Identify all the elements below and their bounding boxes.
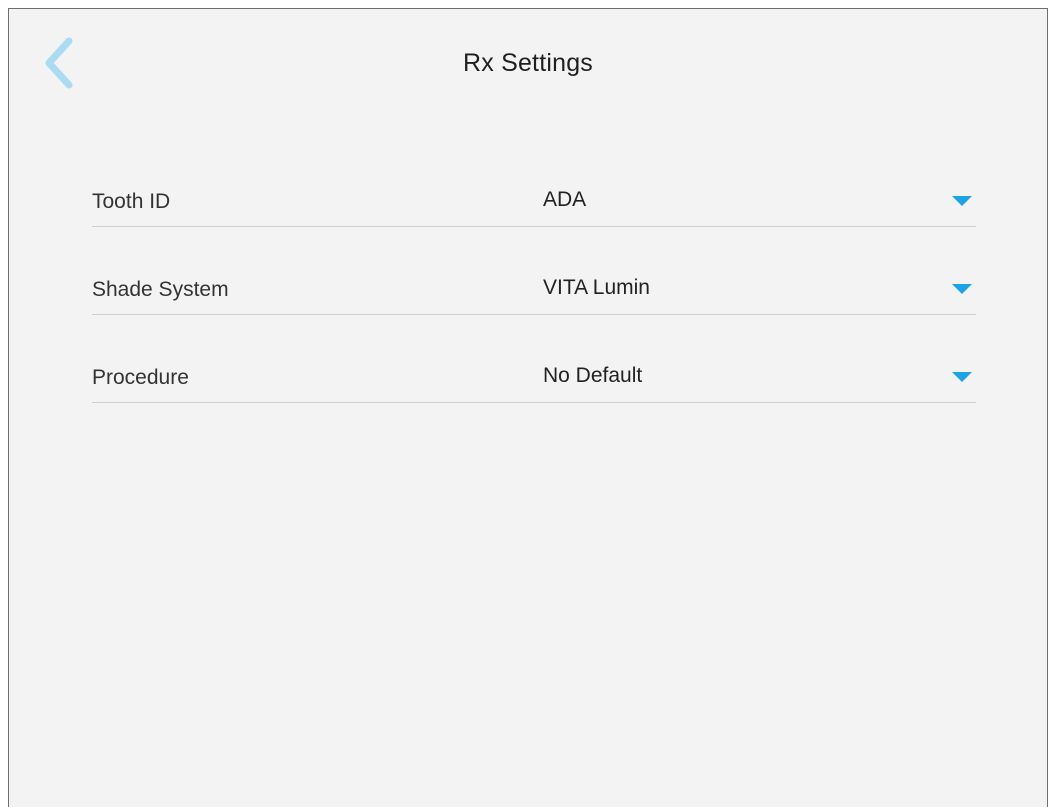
setting-label: Procedure xyxy=(92,366,189,389)
page-title: Rx Settings xyxy=(462,49,594,77)
setting-value-dropdown[interactable]: VITA Lumin xyxy=(543,276,650,300)
setting-row-shade-system[interactable]: Shade System VITA Lumin xyxy=(92,257,976,315)
setting-row-tooth-id[interactable]: Tooth ID ADA xyxy=(92,169,976,227)
settings-list: Tooth ID ADA Shade System VITA Lumin Pro… xyxy=(92,169,976,433)
setting-value-dropdown[interactable]: No Default xyxy=(543,364,642,388)
caret-down-icon[interactable] xyxy=(952,372,972,382)
caret-down-icon[interactable] xyxy=(952,284,972,294)
rx-settings-screen: Rx Settings Tooth ID ADA Shade System VI… xyxy=(8,8,1048,807)
setting-value-dropdown[interactable]: ADA xyxy=(543,188,586,212)
caret-down-icon[interactable] xyxy=(952,196,972,206)
setting-row-procedure[interactable]: Procedure No Default xyxy=(92,345,976,403)
setting-label: Shade System xyxy=(92,278,229,301)
setting-label: Tooth ID xyxy=(92,190,171,213)
